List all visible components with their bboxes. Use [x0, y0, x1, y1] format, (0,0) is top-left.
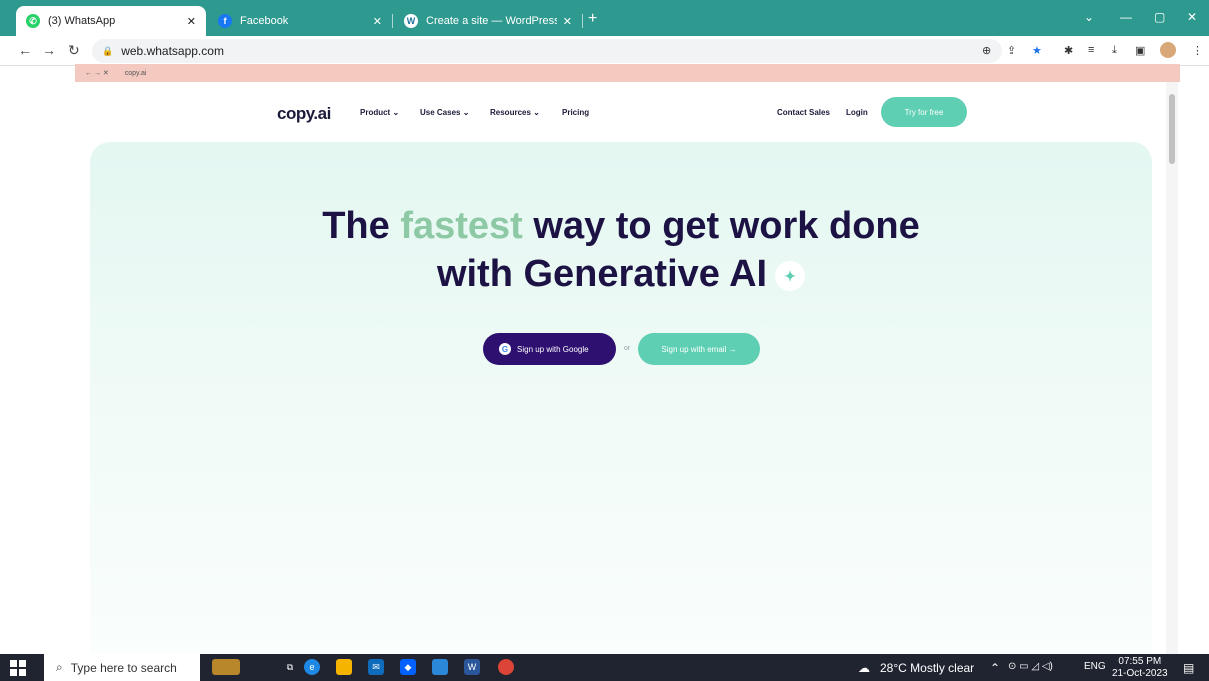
- share-icon[interactable]: ⇪: [1007, 44, 1016, 57]
- tab-title: Create a site — WordPress.com: [426, 15, 557, 27]
- tray-icons[interactable]: ⊙ ▭ ◿ ◁): [1008, 661, 1053, 672]
- task-view-icon[interactable]: ⧉: [282, 659, 298, 675]
- site-nav: copy.ai Product ⌄ Use Cases ⌄ Resources …: [75, 82, 1165, 142]
- close-icon[interactable]: ✕: [373, 15, 382, 28]
- extensions-icon[interactable]: ✱: [1064, 44, 1073, 57]
- copyai-logo[interactable]: copy.ai: [277, 104, 331, 124]
- headline-line-2: with Generative AI ✦: [90, 250, 1152, 298]
- download-icon[interactable]: ⤓: [1112, 44, 1117, 57]
- browser-toolbar: ← → ↻ 🔒 web.whatsapp.com ⊕ ⇪ ★ ✱ ≡ ⤓ ▣ ⋮: [0, 36, 1209, 66]
- or-separator: or: [624, 345, 631, 352]
- lock-icon: 🔒: [102, 45, 114, 56]
- weather-icon[interactable]: ☁: [858, 661, 870, 675]
- mail-icon[interactable]: ✉: [368, 659, 384, 675]
- address-bar[interactable]: 🔒 web.whatsapp.com: [92, 39, 1002, 63]
- reload-icon[interactable]: ↻: [68, 42, 80, 59]
- avatar[interactable]: [1160, 42, 1176, 58]
- chevron-down-icon[interactable]: ⌄: [1084, 10, 1094, 24]
- windows-taskbar: ⌕ Type here to search ⧉ e ✉ ◆ W ☁ 28°C M…: [0, 654, 1209, 681]
- star-icon[interactable]: ★: [1032, 44, 1042, 57]
- inner-nav-icons: ← → ✕: [85, 70, 109, 77]
- inner-address: copy.ai: [124, 69, 147, 77]
- word-icon[interactable]: W: [464, 659, 480, 675]
- tab-separator: [392, 14, 393, 28]
- close-icon[interactable]: ✕: [563, 15, 572, 28]
- close-icon[interactable]: ✕: [1187, 10, 1197, 24]
- file-explorer-icon[interactable]: [336, 659, 352, 675]
- headline-line-1: The fastest way to get work done: [322, 205, 920, 247]
- tab-title: Facebook: [240, 15, 289, 27]
- copyai-page: copy.ai Product ⌄ Use Cases ⌄ Resources …: [75, 82, 1165, 654]
- weather-text[interactable]: 28°C Mostly clear: [880, 661, 974, 675]
- sparkle-icon: ✦: [775, 260, 806, 291]
- close-icon[interactable]: ✕: [187, 15, 196, 28]
- sign-up-google-button[interactable]: G Sign up with Google: [483, 333, 616, 365]
- search-icon: ⌕: [56, 660, 63, 674]
- taskbar-search[interactable]: ⌕ Type here to search: [44, 654, 200, 681]
- page-scrollbar[interactable]: [1166, 82, 1178, 654]
- google-icon: G: [499, 343, 511, 355]
- facebook-icon: f: [218, 14, 232, 28]
- app-icon[interactable]: [432, 659, 448, 675]
- notification-icon[interactable]: ▤: [1183, 661, 1194, 675]
- diya-icon[interactable]: [212, 659, 240, 675]
- inner-browser-strip: ← → ✕ copy.ai: [75, 64, 1180, 82]
- minimize-icon[interactable]: —: [1120, 10, 1132, 24]
- whatsapp-icon: ✆: [26, 14, 40, 28]
- windows-start-icon[interactable]: [10, 660, 26, 676]
- forward-icon[interactable]: →: [42, 42, 56, 58]
- hero-section: The fastest way to get work done with Ge…: [90, 142, 1152, 654]
- tab-separator: [582, 14, 583, 28]
- try-for-free-button[interactable]: Try for free: [881, 97, 967, 127]
- more-icon[interactable]: ⋮: [1192, 44, 1203, 57]
- nav-resources[interactable]: Resources ⌄: [490, 108, 540, 117]
- tab-facebook[interactable]: f Facebook ✕: [208, 6, 392, 36]
- chrome-icon[interactable]: [498, 659, 514, 675]
- sign-up-email-button[interactable]: Sign up with email →: [638, 333, 760, 365]
- language-indicator[interactable]: ENG: [1084, 661, 1106, 672]
- nav-product[interactable]: Product ⌄: [360, 108, 399, 117]
- back-icon[interactable]: ←: [18, 42, 32, 58]
- edge-icon[interactable]: e: [304, 659, 320, 675]
- nav-contact-sales[interactable]: Contact Sales: [777, 108, 830, 117]
- hero-headline: The fastest way to get work done with Ge…: [90, 202, 1152, 298]
- plus-icon[interactable]: +: [588, 10, 597, 28]
- nav-pricing[interactable]: Pricing: [562, 108, 589, 117]
- reading-list-icon[interactable]: ≡: [1088, 44, 1094, 56]
- install-icon[interactable]: ⊕: [982, 44, 991, 57]
- browser-tab-strip: ✆ (3) WhatsApp ✕ f Facebook ✕ W Create a…: [0, 0, 1209, 36]
- address-text: web.whatsapp.com: [121, 44, 224, 58]
- tray-chevron-icon[interactable]: ⌃: [990, 661, 1000, 675]
- side-panel-icon[interactable]: ▣: [1135, 44, 1145, 57]
- tab-title: (3) WhatsApp: [48, 15, 116, 27]
- tab-whatsapp[interactable]: ✆ (3) WhatsApp ✕: [16, 6, 206, 36]
- dropbox-icon[interactable]: ◆: [400, 659, 416, 675]
- wordpress-icon: W: [404, 14, 418, 28]
- nav-login[interactable]: Login: [846, 108, 868, 117]
- scrollbar-thumb[interactable]: [1169, 94, 1175, 164]
- restore-icon[interactable]: ▢: [1154, 10, 1165, 24]
- taskbar-clock[interactable]: 07:55 PM 21-Oct-2023: [1112, 656, 1168, 680]
- nav-use-cases[interactable]: Use Cases ⌄: [420, 108, 469, 117]
- tab-wordpress[interactable]: W Create a site — WordPress.com ✕: [394, 6, 582, 36]
